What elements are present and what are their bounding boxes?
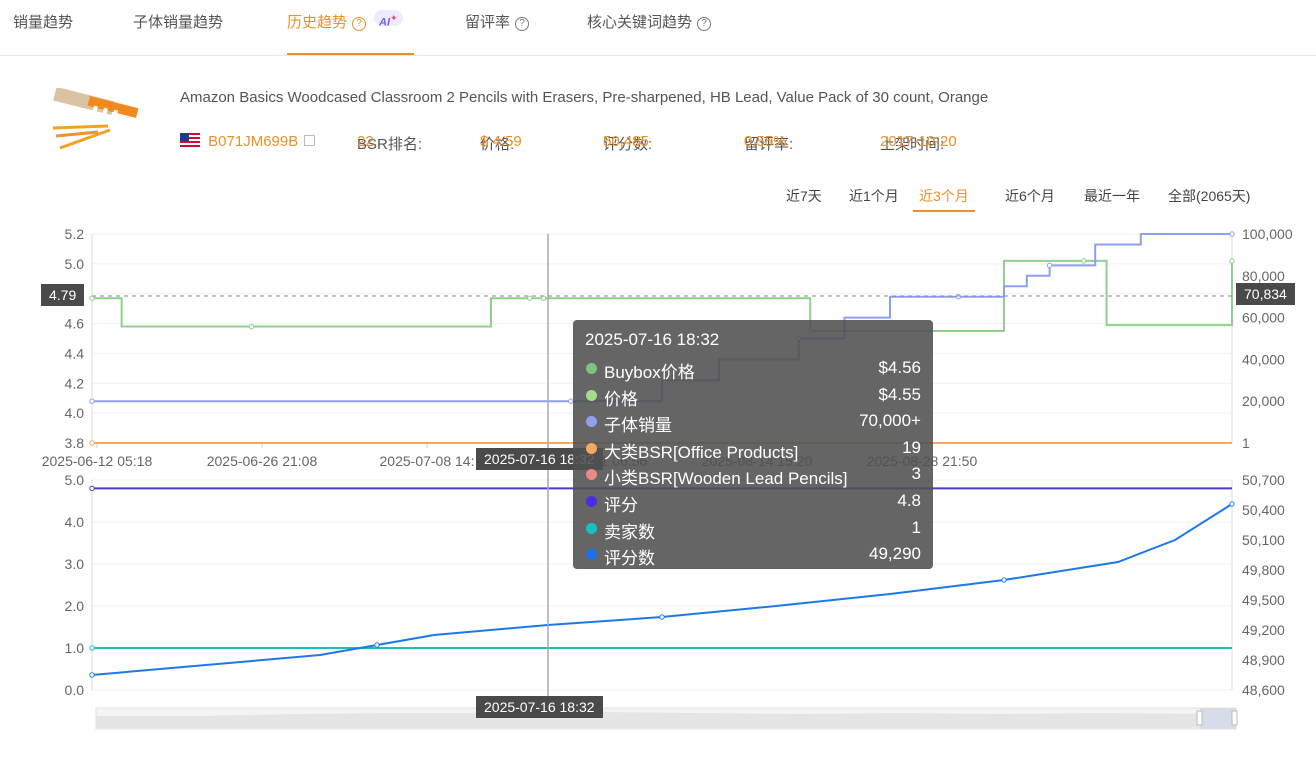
data-point bbox=[89, 440, 95, 446]
left-axis-tick: 4.0 bbox=[65, 514, 85, 530]
x-axis-tick: 2025-06-26 21:08 bbox=[207, 453, 318, 469]
x-axis-tick: 2025-06-12 05:18 bbox=[42, 453, 153, 469]
right-axis-tick: 60,000 bbox=[1242, 310, 1285, 326]
right-axis-tick: 50,100 bbox=[1242, 532, 1285, 548]
tooltip-row: 评分 4.8 bbox=[585, 489, 921, 515]
left-axis-tick: 3.8 bbox=[65, 435, 85, 451]
navigator-handle-right[interactable] bbox=[1231, 710, 1238, 726]
data-point bbox=[527, 295, 533, 301]
right-axis-tick: 48,900 bbox=[1242, 652, 1285, 668]
legend-dot-icon bbox=[586, 416, 597, 428]
legend-dot-icon bbox=[586, 389, 597, 401]
tooltip-row: 评分数 49,290 bbox=[585, 542, 921, 568]
data-point bbox=[89, 485, 95, 492]
left-axis-tick: 4.0 bbox=[65, 405, 85, 421]
left-axis-tick: 4.4 bbox=[65, 345, 85, 361]
left-axis-tick: 5.2 bbox=[65, 226, 85, 242]
tooltip-label: 卖家数 bbox=[604, 522, 655, 542]
data-point bbox=[1229, 231, 1235, 237]
tooltip-value: 19 bbox=[902, 437, 921, 457]
right-axis-tick: 40,000 bbox=[1242, 351, 1285, 367]
data-point bbox=[248, 323, 255, 330]
navigator-handle-left[interactable] bbox=[1196, 710, 1203, 726]
left-axis-tick: 4.6 bbox=[65, 316, 85, 332]
data-point bbox=[1046, 262, 1053, 269]
crosshair-date-bottom: 2025-07-16 18:32 bbox=[476, 696, 603, 718]
tooltip-label: 评分数 bbox=[604, 549, 655, 569]
tooltip-label: 大类BSR[Office Products] bbox=[604, 442, 799, 462]
left-axis-tick: 2.0 bbox=[65, 598, 85, 614]
left-axis-tick: 5.0 bbox=[65, 472, 85, 488]
tooltip-value: 70,000+ bbox=[859, 411, 921, 431]
legend-dot-icon bbox=[586, 496, 597, 507]
right-axis-tick: 80,000 bbox=[1242, 268, 1285, 284]
tooltip-title: 2025-07-16 18:32 bbox=[585, 330, 720, 349]
data-point bbox=[1229, 501, 1235, 507]
right-axis-tick: 20,000 bbox=[1242, 393, 1285, 409]
data-point bbox=[540, 295, 547, 301]
tooltip-row: 子体销量 70,000+ bbox=[585, 409, 921, 435]
tooltip-value: 1 bbox=[911, 517, 921, 537]
tooltip-value: 49,290 bbox=[869, 544, 921, 564]
navigator-window[interactable] bbox=[1200, 708, 1236, 729]
tooltip-label: 评分 bbox=[604, 496, 638, 515]
left-axis-tick: 5.0 bbox=[65, 256, 85, 272]
right-axis-crosshair-value: 70,834 bbox=[1236, 283, 1295, 305]
right-axis-tick: 49,200 bbox=[1242, 622, 1285, 638]
right-axis-tick: 49,800 bbox=[1242, 562, 1285, 578]
tooltip-value: $4.56 bbox=[878, 358, 921, 377]
right-axis-tick: 49,500 bbox=[1242, 592, 1285, 608]
tooltip-value: 3 bbox=[911, 464, 921, 484]
left-axis-tick: 0.0 bbox=[65, 682, 85, 698]
legend-dot-icon bbox=[586, 549, 597, 561]
data-point bbox=[89, 295, 95, 301]
data-point bbox=[89, 672, 95, 678]
left-axis-tick: 4.2 bbox=[65, 375, 85, 391]
legend-dot-icon bbox=[586, 469, 597, 481]
left-axis-tick: 3.0 bbox=[65, 556, 85, 572]
right-axis-tick: 48,600 bbox=[1242, 682, 1285, 698]
tooltip-value: 4.8 bbox=[897, 491, 921, 510]
data-point bbox=[89, 398, 95, 404]
right-axis-tick: 50,400 bbox=[1242, 502, 1285, 518]
right-axis-tick: 100,000 bbox=[1242, 226, 1293, 242]
chart-tooltip: 2025-07-16 18:32 Buybox价格 $4.56 价格 $4.55 子体销… bbox=[573, 320, 933, 569]
left-axis-tick: 1.0 bbox=[65, 640, 85, 656]
tooltip-label: 子体销量 bbox=[604, 416, 672, 436]
legend-dot-icon bbox=[586, 363, 597, 374]
legend-dot-icon bbox=[586, 442, 597, 454]
tooltip-label: Buybox价格 bbox=[604, 363, 695, 382]
data-point bbox=[1001, 577, 1007, 583]
right-axis-tick: 50,700 bbox=[1242, 472, 1285, 488]
left-axis-crosshair-value: 4.79 bbox=[41, 284, 85, 306]
tooltip-row: Buybox价格 $4.56 bbox=[585, 356, 921, 382]
data-point bbox=[1229, 258, 1235, 264]
data-point bbox=[955, 294, 962, 300]
data-point bbox=[374, 642, 380, 648]
tooltip-row: 大类BSR[Office Products] 19 bbox=[585, 436, 921, 462]
x-axis-tick: 2025-07-08 14: bbox=[380, 453, 475, 469]
data-point bbox=[89, 645, 95, 651]
tooltip-row: 价格 $4.55 bbox=[585, 383, 921, 409]
tooltip-label: 小类BSR[Wooden Lead Pencils] bbox=[604, 469, 848, 489]
tooltip-value: $4.55 bbox=[878, 384, 921, 404]
data-point bbox=[659, 614, 665, 620]
tooltip-label: 价格 bbox=[604, 389, 638, 409]
data-point bbox=[1081, 258, 1087, 264]
right-axis-tick: 1 bbox=[1242, 435, 1250, 451]
legend-dot-icon bbox=[586, 522, 597, 534]
tooltip-row: 卖家数 1 bbox=[585, 516, 921, 542]
tooltip-row: 小类BSR[Wooden Lead Pencils] 3 bbox=[585, 462, 921, 488]
